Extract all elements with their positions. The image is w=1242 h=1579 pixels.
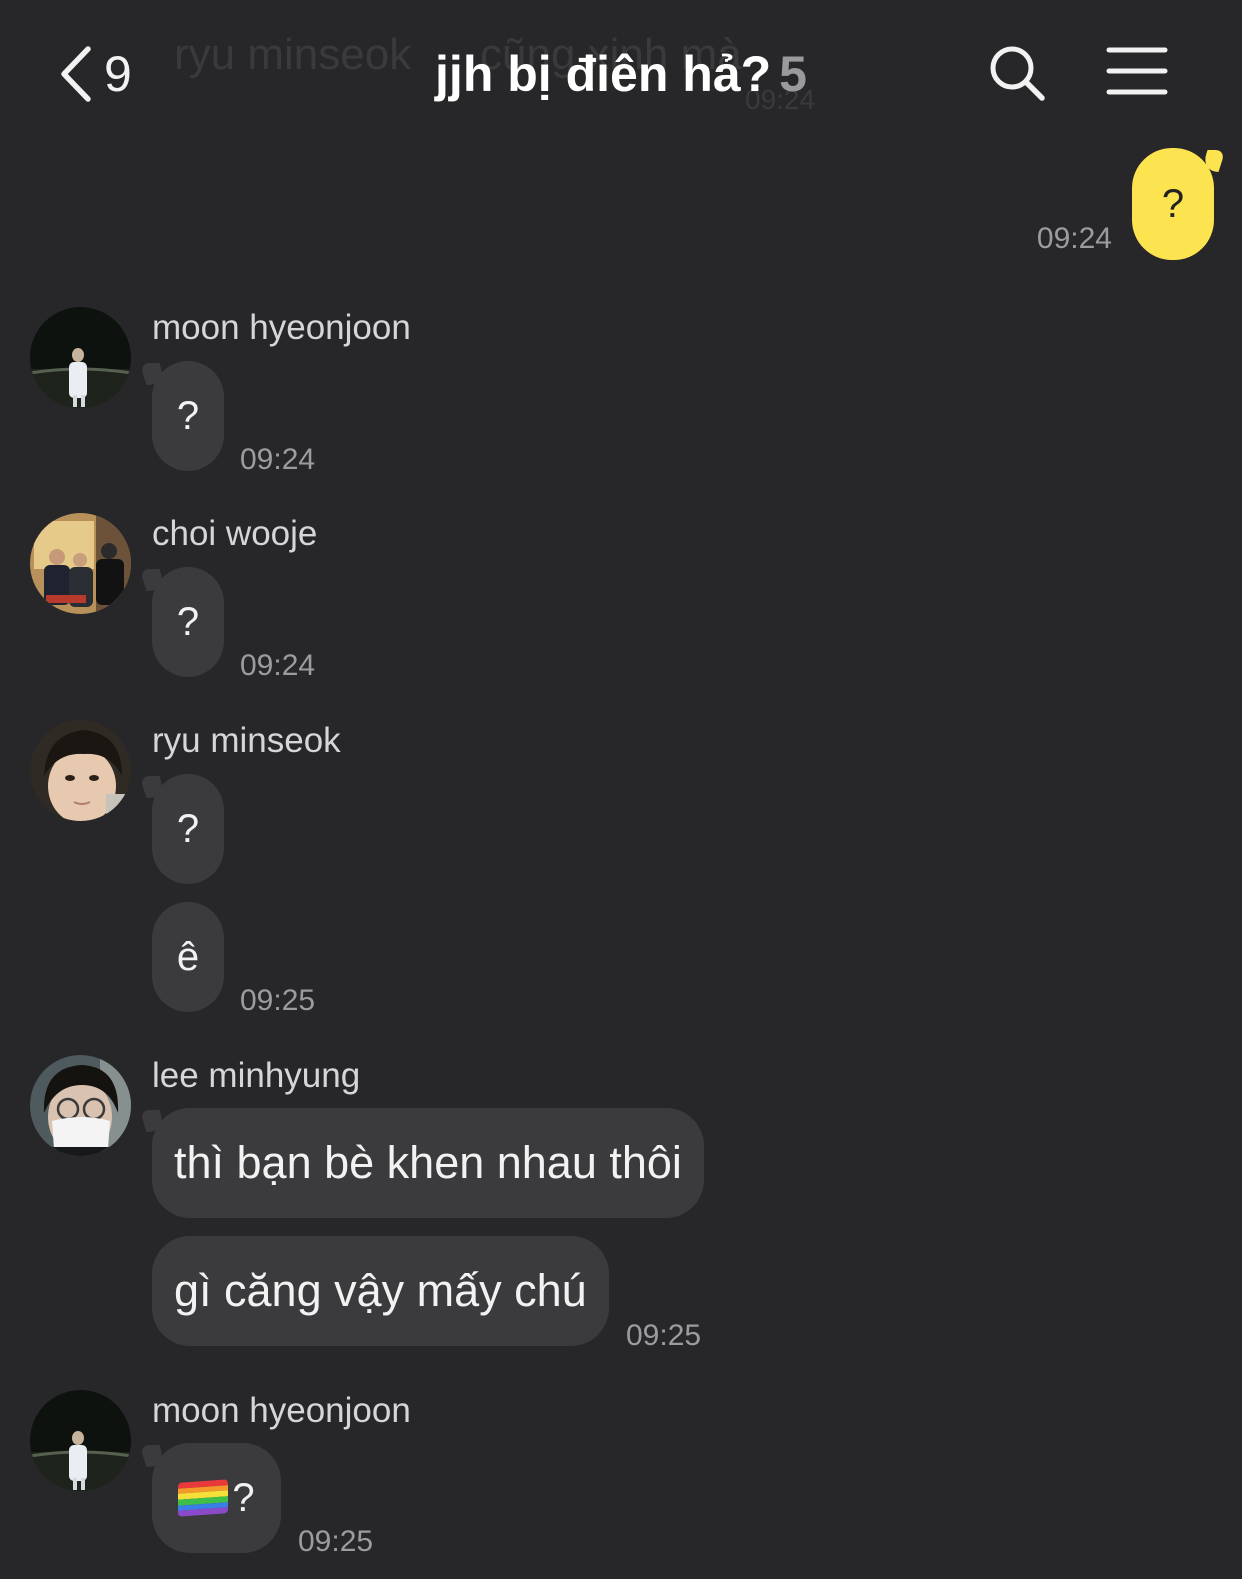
- message-bubble[interactable]: ?: [152, 567, 224, 677]
- message-bubble[interactable]: ?: [152, 361, 224, 471]
- outgoing-message[interactable]: ?: [1132, 148, 1214, 260]
- chat-title-text: jjh bị điên hả?: [435, 46, 772, 102]
- message-timestamp: 09:25: [626, 1319, 702, 1352]
- chat-header: ryu minseok cũng xinh mà 09:24 9 jjh bị …: [0, 0, 1242, 140]
- search-icon: [988, 44, 1046, 102]
- sender-name: moon hyeonjoon: [152, 308, 411, 347]
- avatar[interactable]: [30, 307, 131, 408]
- hamburger-menu-icon: [1106, 46, 1168, 96]
- message-bubble[interactable]: thì bạn bè khen nhau thôi: [152, 1108, 704, 1218]
- message-timestamp: 09:24: [240, 443, 316, 476]
- message-bubble[interactable]: ?: [152, 1443, 281, 1553]
- rainbow-flag-icon: [178, 1479, 229, 1517]
- member-count: 5: [779, 46, 807, 102]
- avatar[interactable]: [30, 1390, 131, 1491]
- avatar[interactable]: [30, 1055, 131, 1156]
- sender-name: ryu minseok: [152, 721, 341, 760]
- avatar[interactable]: [30, 513, 131, 614]
- outgoing-timestamp: 09:24: [1036, 222, 1112, 255]
- avatar[interactable]: [30, 720, 131, 821]
- message-timestamp: 09:25: [298, 1525, 374, 1558]
- chat-title: jjh bị điên hả? 5: [0, 44, 1242, 104]
- message-text: ?: [232, 1475, 255, 1520]
- sender-name: choi wooje: [152, 514, 318, 553]
- message-bubble[interactable]: ?: [152, 774, 224, 884]
- message-bubble[interactable]: ê: [152, 902, 224, 1012]
- message-timestamp: 09:24: [240, 649, 316, 682]
- menu-button[interactable]: [1106, 46, 1168, 96]
- search-button[interactable]: [988, 44, 1046, 102]
- message-timestamp: 09:25: [240, 984, 316, 1017]
- outgoing-bubble[interactable]: ?: [1132, 148, 1214, 260]
- sender-name: lee minhyung: [152, 1056, 361, 1095]
- sender-name: moon hyeonjoon: [152, 1391, 411, 1430]
- message-bubble[interactable]: gì căng vậy mấy chú: [152, 1236, 609, 1346]
